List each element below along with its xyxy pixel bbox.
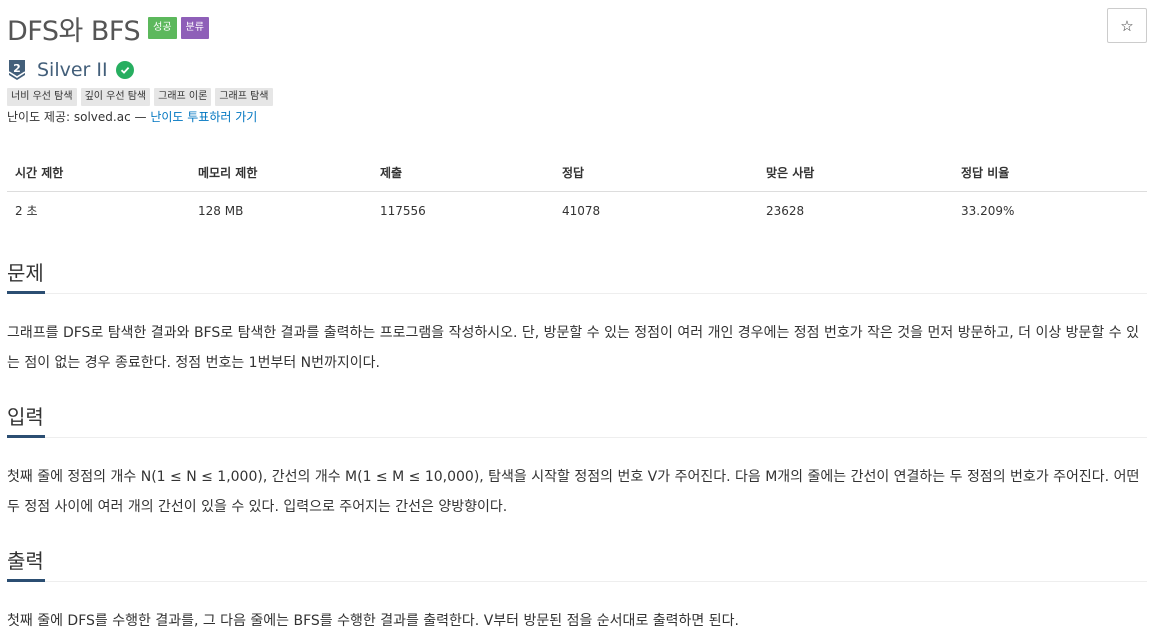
header-time-limit: 시간 제한: [7, 155, 190, 192]
cell-accepted[interactable]: 41078: [554, 192, 758, 230]
category-badge[interactable]: 분류: [180, 17, 209, 39]
description-text: 그래프를 DFS로 탐색한 결과와 BFS로 탐색한 결과를 출력하는 프로그램…: [7, 325, 1139, 371]
cell-solved-users[interactable]: 23628: [758, 192, 953, 230]
favorite-button[interactable]: ☆: [1107, 8, 1147, 43]
header-memory-limit: 메모리 제한: [190, 155, 372, 192]
tag-graph-theory[interactable]: 그래프 이론: [154, 88, 212, 106]
tier-row: 2 Silver II: [8, 58, 134, 82]
check-icon: [115, 61, 134, 79]
output-text: 첫째 줄에 DFS를 수행한 결과를, 그 다음 줄에는 BFS를 수행한 결과…: [7, 613, 739, 629]
credit-text: 난이도 제공: solved.ac —: [7, 110, 147, 124]
input-section: 입력 첫째 줄에 정점의 개수 N(1 ≤ N ≤ 1,000), 간선의 개수…: [7, 400, 1147, 522]
algorithm-tags: 너비 우선 탐색 깊이 우선 탐색 그래프 이론 그래프 탐색: [7, 88, 273, 106]
cell-submissions[interactable]: 117556: [372, 192, 554, 230]
tier-number: 2: [13, 62, 21, 75]
heading-underline: [7, 291, 45, 294]
description-header: 문제: [7, 256, 1147, 294]
header-accept-ratio: 정답 비율: [953, 155, 1147, 192]
problem-header: DFS와 BFS 성공 분류: [7, 8, 209, 48]
problem-title: DFS와 BFS: [7, 15, 141, 47]
star-icon: ☆: [1120, 16, 1134, 35]
output-section: 출력 첫째 줄에 DFS를 수행한 결과를, 그 다음 줄에는 BFS를 수행한…: [7, 544, 1147, 636]
header-submissions: 제출: [372, 155, 554, 192]
header-solved-users: 맞은 사람: [758, 155, 953, 192]
difficulty-credit: 난이도 제공: solved.ac — 난이도 투표하러 가기: [7, 108, 257, 125]
tier-name[interactable]: Silver II: [37, 59, 108, 81]
silver-tier-icon: 2: [8, 59, 26, 81]
tag-graph-search[interactable]: 그래프 탐색: [215, 88, 273, 106]
description-section: 문제 그래프를 DFS로 탐색한 결과와 BFS로 탐색한 결과를 출력하는 프…: [7, 256, 1147, 378]
tag-dfs[interactable]: 깊이 우선 탐색: [80, 88, 151, 106]
tag-bfs[interactable]: 너비 우선 탐색: [7, 88, 77, 106]
success-badge[interactable]: 성공: [148, 17, 177, 39]
input-header: 입력: [7, 400, 1147, 438]
vote-difficulty-link[interactable]: 난이도 투표하러 가기: [150, 110, 257, 124]
table-header-row: 시간 제한 메모리 제한 제출 정답 맞은 사람 정답 비율: [7, 155, 1147, 192]
cell-time-limit: 2 초: [15, 204, 38, 218]
output-heading: 출력: [7, 549, 44, 573]
table-row: 2 초 128 MB 117556 41078 23628 33.209%: [7, 192, 1147, 230]
problem-info-table: 시간 제한 메모리 제한 제출 정답 맞은 사람 정답 비율 2 초 128 M…: [7, 155, 1147, 229]
header-accepted: 정답: [554, 155, 758, 192]
description-heading: 문제: [7, 261, 44, 285]
cell-memory-limit: 128 MB: [198, 203, 244, 218]
input-heading: 입력: [7, 405, 44, 429]
cell-accept-ratio: 33.209%: [961, 203, 1015, 218]
input-text: 첫째 줄에 정점의 개수 N(1 ≤ N ≤ 1,000), 간선의 개수 M(…: [7, 469, 1140, 515]
heading-underline: [7, 579, 45, 582]
output-header: 출력: [7, 544, 1147, 582]
heading-underline: [7, 435, 45, 438]
